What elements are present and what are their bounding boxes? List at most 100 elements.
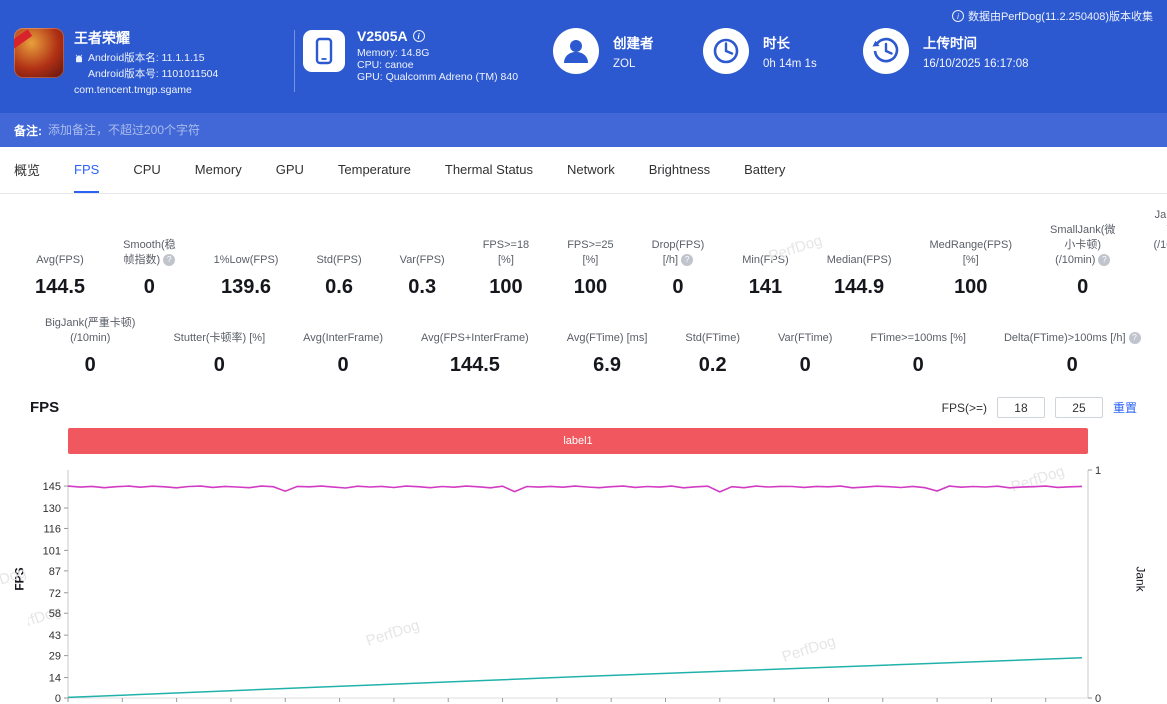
stat-value: 100 xyxy=(489,276,523,299)
tab-gpu[interactable]: GPU xyxy=(276,147,304,193)
fps-section-header: FPS FPS(>=) 重置 xyxy=(0,393,1167,428)
stat-label: Jank(卡顿)(/10min) xyxy=(1153,209,1167,251)
row1-stat-8: Drop(FPS) [/h] 0 xyxy=(633,237,724,299)
app-package: com.tencent.tmgp.sgame xyxy=(74,83,192,96)
row1-stat-1: Avg(FPS) 144.5 xyxy=(16,237,104,299)
svg-text:1: 1 xyxy=(1095,465,1101,477)
row2-stat-8: FTime>=100ms [%] 0 xyxy=(851,315,985,377)
row2-stat-9: Delta(FTime)>100ms [/h] 0 xyxy=(985,315,1160,377)
fps-threshold-input-2[interactable] xyxy=(1054,397,1103,419)
stat-value: 141 xyxy=(748,276,783,299)
fps-chart-section: FPS PerfDog PerfDog PerfDog PerfDog 0 14 29 43 5… xyxy=(0,454,1167,704)
stats-row-1: Avg(FPS) 144.5 Smooth(稳帧指数) 0 1%Low(FPS) 139.… xyxy=(0,208,1167,299)
stat-label: Std(FTime) xyxy=(685,331,740,344)
android-version-code: Android版本号: 1101011504 xyxy=(88,67,219,80)
stat-label: 1%Low(FPS) xyxy=(213,253,279,266)
stats-row-2: BigJank(严重卡顿) (/10min) 0 Stutter(卡顿率) [%] 0 A… xyxy=(0,315,1167,377)
row2-stat-2: Stutter(卡顿率) [%] 0 xyxy=(154,315,284,377)
stat-value: 0 xyxy=(337,354,349,377)
tab--[interactable]: 概览 xyxy=(14,147,40,193)
help-icon[interactable] xyxy=(1098,253,1111,266)
row2-stat-4: Avg(FPS+InterFrame) 144.5 xyxy=(402,315,548,377)
stat-value: 0 xyxy=(143,276,155,299)
scene-label-banner: label1 xyxy=(68,428,1088,455)
stat-value: 0 xyxy=(1153,276,1167,299)
tab-brightness[interactable]: Brightness xyxy=(649,147,710,193)
upload-block: 上传时间 16/10/2025 16:17:08 xyxy=(863,28,1029,74)
remark-label: 备注: xyxy=(14,123,42,138)
svg-text:14: 14 xyxy=(49,673,61,685)
help-icon[interactable] xyxy=(1128,331,1141,344)
device-cpu: CPU: canoe xyxy=(357,59,414,71)
stat-label: SmallJank(微小卡顿) (/10min) xyxy=(1050,223,1115,268)
stat-value: 0.3 xyxy=(408,276,437,299)
remark-input[interactable] xyxy=(48,123,1153,137)
remark-bar: 备注: xyxy=(0,113,1167,147)
stat-value: 0 xyxy=(1077,276,1089,299)
stat-label: Std(FPS) xyxy=(316,253,362,266)
info-icon xyxy=(951,10,964,22)
app-icon xyxy=(14,28,64,78)
tab-thermal-status[interactable]: Thermal Status xyxy=(445,147,533,193)
reset-link[interactable]: 重置 xyxy=(1113,399,1137,416)
stat-label: BigJank(严重卡顿) (/10min) xyxy=(45,316,136,344)
y-axis-label-fps: FPS xyxy=(12,567,27,592)
tab-network[interactable]: Network xyxy=(567,147,615,193)
creator-label: 创建者 xyxy=(613,36,654,51)
stat-value: 0.6 xyxy=(325,276,353,299)
source-note-text: 数据由PerfDog(11.2.250408)版本收集 xyxy=(967,11,1153,23)
device-info-icon[interactable] xyxy=(412,30,425,42)
stat-label: Median(FPS) xyxy=(826,253,892,266)
stat-label: Var(FPS) xyxy=(399,253,445,266)
stat-label: Var(FTime) xyxy=(778,331,833,344)
svg-text:0: 0 xyxy=(55,693,61,704)
svg-text:101: 101 xyxy=(43,546,61,558)
row2-stat-5: Avg(FTime) [ms] 6.9 xyxy=(548,315,667,377)
svg-text:43: 43 xyxy=(49,631,61,643)
stat-label: Min(FPS) xyxy=(742,253,789,266)
svg-text:58: 58 xyxy=(49,609,61,621)
data-source-note: 数据由PerfDog(11.2.250408)版本收集 xyxy=(951,8,1153,24)
phone-icon xyxy=(303,30,345,72)
tab-fps[interactable]: FPS xyxy=(74,147,100,193)
row1-stat-4: Std(FPS) 0.6 xyxy=(297,237,380,299)
tab-battery[interactable]: Battery xyxy=(744,147,785,193)
history-clock-icon xyxy=(863,28,909,74)
svg-text:PerfDog: PerfDog xyxy=(364,617,422,650)
row1-stat-12: SmallJank(微小卡顿)(/10min) 0 xyxy=(1031,223,1134,300)
stat-value: 144.5 xyxy=(449,354,500,377)
upload-label: 上传时间 xyxy=(923,36,977,51)
android-icon xyxy=(75,54,83,63)
creator-block: 创建者 ZOL xyxy=(553,28,703,74)
row1-stat-13: Jank(卡顿)(/10min) 0 xyxy=(1134,208,1167,299)
row1-stat-9: Min(FPS) 141 xyxy=(723,237,807,299)
fps-chart[interactable]: PerfDog PerfDog PerfDogPerfDog014294358728… xyxy=(6,463,1123,704)
tab-temperature[interactable]: Temperature xyxy=(338,147,411,193)
duration-value: 0h 14m 1s xyxy=(763,58,817,70)
android-version-name: Android版本名: 11.1.1.15 xyxy=(88,52,205,64)
row2-stat-6: Std(FTime) 0.2 xyxy=(666,315,759,377)
row1-stat-10: Median(FPS) 144.9 xyxy=(808,237,911,299)
row2-stat-3: Avg(InterFrame) 0 xyxy=(284,315,402,377)
stat-label: Smooth(稳帧指数) xyxy=(123,237,176,267)
row1-stat-11: MedRange(FPS)[%] 100 xyxy=(910,237,1031,299)
stat-value: 144.5 xyxy=(35,276,86,299)
fps-section-title: FPS xyxy=(30,399,60,417)
device-model: V2505A xyxy=(357,28,408,44)
device-memory: Memory: 14.8G xyxy=(357,47,430,59)
app-name: 王者荣耀 xyxy=(74,30,130,46)
svg-text:29: 29 xyxy=(49,651,61,663)
duration-block: 时长 0h 14m 1s xyxy=(703,28,863,74)
help-icon[interactable] xyxy=(681,253,694,266)
fps-threshold-input-1[interactable] xyxy=(996,397,1045,419)
stat-value: 6.9 xyxy=(593,354,621,377)
header: 数据由PerfDog(11.2.250408)版本收集 王者荣耀 Android… xyxy=(0,0,1167,113)
tab-memory[interactable]: Memory xyxy=(195,147,242,193)
svg-text:0: 0 xyxy=(1095,693,1101,704)
help-icon[interactable] xyxy=(163,253,176,266)
tab-cpu[interactable]: CPU xyxy=(133,147,160,193)
creator-value: ZOL xyxy=(613,58,636,70)
svg-text:116: 116 xyxy=(43,524,61,536)
stat-label: FPS>=25 [%] xyxy=(567,238,614,266)
stat-label: Avg(FPS) xyxy=(36,253,84,266)
